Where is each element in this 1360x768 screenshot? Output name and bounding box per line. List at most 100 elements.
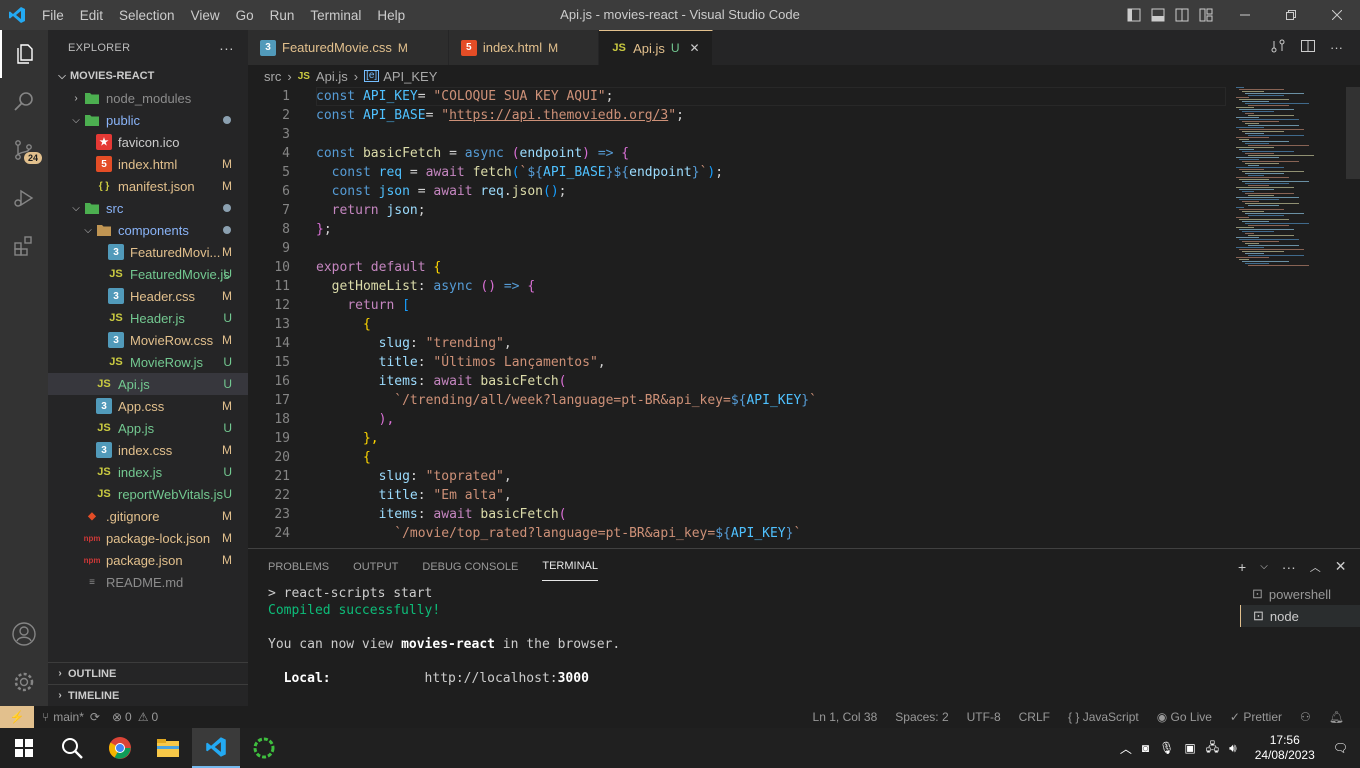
file-item[interactable]: 3 index.css M xyxy=(48,439,248,461)
code-line[interactable]: { xyxy=(316,315,817,334)
explorer-more-icon[interactable]: ··· xyxy=(219,40,234,56)
prettier-button[interactable]: ✓ Prettier xyxy=(1230,710,1282,724)
folder-public[interactable]: ⌵ public xyxy=(48,109,248,131)
folder-components[interactable]: ⌵ components xyxy=(48,219,248,241)
feedback-icon[interactable]: ⚇ xyxy=(1300,710,1311,724)
extensions-icon[interactable] xyxy=(0,222,48,270)
scrollbar-thumb[interactable] xyxy=(1346,87,1360,179)
error-count[interactable]: 0 xyxy=(125,710,132,724)
open-changes-icon[interactable] xyxy=(1270,38,1286,57)
warning-count[interactable]: 0 xyxy=(151,710,158,724)
panel-tab-terminal[interactable]: TERMINAL xyxy=(542,552,598,581)
code-line[interactable]: return [ xyxy=(316,296,817,315)
menu-terminal[interactable]: Terminal xyxy=(302,8,369,23)
panel-tab-problems[interactable]: PROBLEMS xyxy=(268,553,329,581)
code-line[interactable]: const basicFetch = async (endpoint) => { xyxy=(316,144,817,163)
breadcrumb-folder[interactable]: src xyxy=(264,69,281,84)
vscode-taskbar-icon[interactable] xyxy=(192,728,240,768)
panel-tab-debug-console[interactable]: DEBUG CONSOLE xyxy=(422,553,518,581)
editor-scrollbar[interactable] xyxy=(1346,87,1360,548)
encoding[interactable]: UTF-8 xyxy=(967,710,1001,724)
file-explorer-icon[interactable] xyxy=(144,728,192,768)
search-icon[interactable] xyxy=(0,78,48,126)
toggle-secondary-sidebar-icon[interactable] xyxy=(1170,0,1194,30)
code-line[interactable]: const json = await req.json(); xyxy=(316,182,817,201)
code-line[interactable]: getHomeList: async () => { xyxy=(316,277,817,296)
menu-edit[interactable]: Edit xyxy=(72,8,111,23)
taskbar-search-icon[interactable] xyxy=(48,728,96,768)
settings-gear-icon[interactable] xyxy=(0,658,48,706)
tray-chevron-icon[interactable]: ︿ xyxy=(1120,740,1132,757)
code-line[interactable]: }; xyxy=(316,220,817,239)
notifications-icon[interactable]: 🔔︎ xyxy=(1329,710,1344,724)
code-line[interactable]: `/movie/top_rated?language=pt-BR&api_key… xyxy=(316,524,817,543)
camera-icon[interactable]: ◙ xyxy=(1142,741,1149,755)
customize-layout-icon[interactable] xyxy=(1194,0,1218,30)
restore-icon[interactable] xyxy=(1268,0,1314,30)
sync-icon[interactable]: ⟳ xyxy=(90,710,100,724)
green-app-icon[interactable] xyxy=(240,728,288,768)
new-terminal-icon[interactable]: + xyxy=(1238,559,1246,575)
timeline-section[interactable]: › TIMELINE xyxy=(48,684,248,706)
code-line[interactable]: return json; xyxy=(316,201,817,220)
folder-node-modules[interactable]: › node_modules xyxy=(48,87,248,109)
file-item[interactable]: npm package.json M xyxy=(48,549,248,571)
file-item[interactable]: 3 MovieRow.css M xyxy=(48,329,248,351)
close-window-icon[interactable] xyxy=(1314,0,1360,30)
file-item[interactable]: JS Api.js U xyxy=(48,373,248,395)
language-mode[interactable]: { } JavaScript xyxy=(1068,710,1139,724)
clock[interactable]: 17:56 24/08/2023 xyxy=(1255,733,1315,763)
code-line[interactable]: title: "Últimos Lançamentos", xyxy=(316,353,817,372)
close-tab-icon[interactable]: ✕ xyxy=(690,41,700,55)
accounts-icon[interactable] xyxy=(0,610,48,658)
run-debug-icon[interactable] xyxy=(0,174,48,222)
toggle-panel-icon[interactable] xyxy=(1146,0,1170,30)
microphone-icon[interactable]: 🎙︎ xyxy=(1159,741,1174,755)
menu-selection[interactable]: Selection xyxy=(111,8,183,23)
file-item[interactable]: JS reportWebVitals.js U xyxy=(48,483,248,505)
editor-tab[interactable]: 3 FeaturedMovie.css M xyxy=(248,30,449,65)
minimize-icon[interactable] xyxy=(1222,0,1268,30)
split-editor-icon[interactable] xyxy=(1300,38,1316,57)
breadcrumb-symbol[interactable]: API_KEY xyxy=(383,69,437,84)
menu-help[interactable]: Help xyxy=(369,8,413,23)
code-content[interactable]: const API_KEY= "COLOQUE SUA KEY AQUI"; co… xyxy=(316,87,817,543)
panel-tab-output[interactable]: OUTPUT xyxy=(353,553,398,581)
code-line[interactable]: items: await basicFetch( xyxy=(316,372,817,391)
maximize-panel-icon[interactable]: ︿ xyxy=(1310,559,1321,575)
breadcrumb-file[interactable]: Api.js xyxy=(316,69,348,84)
windows-start-icon[interactable] xyxy=(0,728,48,768)
file-item[interactable]: 3 FeaturedMovi... M xyxy=(48,241,248,263)
terminal-instance[interactable]: ⊡ node xyxy=(1240,605,1360,627)
file-item[interactable]: npm package-lock.json M xyxy=(48,527,248,549)
file-item[interactable]: ★ favicon.ico xyxy=(48,131,248,153)
code-line[interactable]: }, xyxy=(316,429,817,448)
chrome-icon[interactable] xyxy=(96,728,144,768)
code-editor[interactable]: 1 2 3 4 5 6 7 8 9 10 11 12 13 14 15 16 17 18 19 20 21 22 23 24 … xyxy=(248,87,1228,548)
file-item[interactable]: ◆ .gitignore M xyxy=(48,505,248,527)
terminal-output[interactable]: > react-scripts start Compiled successful… xyxy=(268,585,620,687)
editor-tab[interactable]: JS Api.js U ✕ xyxy=(599,30,713,65)
cursor-position[interactable]: Ln 1, Col 38 xyxy=(813,710,878,724)
remote-icon[interactable]: ⚡ xyxy=(0,706,34,728)
file-item[interactable]: ≡ README.md xyxy=(48,571,248,593)
file-item[interactable]: JS index.js U xyxy=(48,461,248,483)
code-line[interactable]: export default { xyxy=(316,258,817,277)
close-panel-icon[interactable]: ✕ xyxy=(1335,558,1347,575)
project-root[interactable]: ⌵ MOVIES-REACT xyxy=(48,65,248,87)
code-line[interactable]: `/trending/all/week?language=pt-BR&api_k… xyxy=(316,391,817,410)
code-line[interactable]: { xyxy=(316,448,817,467)
menu-run[interactable]: Run xyxy=(262,8,303,23)
menu-file[interactable]: File xyxy=(34,8,72,23)
go-live-button[interactable]: ◉ Go Live xyxy=(1157,710,1212,724)
file-item[interactable]: JS Header.js U xyxy=(48,307,248,329)
terminal-dropdown-icon[interactable]: ⌵ xyxy=(1260,561,1268,572)
editor-tab[interactable]: 5 index.html M xyxy=(448,30,600,65)
screen-icon[interactable]: ▣ xyxy=(1184,741,1195,755)
explorer-icon[interactable] xyxy=(0,30,48,78)
code-line[interactable] xyxy=(316,125,817,144)
file-item[interactable]: 5 index.html M xyxy=(48,153,248,175)
code-line[interactable]: ), xyxy=(316,410,817,429)
source-control-icon[interactable]: 24 xyxy=(0,126,48,174)
toggle-sidebar-icon[interactable] xyxy=(1122,0,1146,30)
